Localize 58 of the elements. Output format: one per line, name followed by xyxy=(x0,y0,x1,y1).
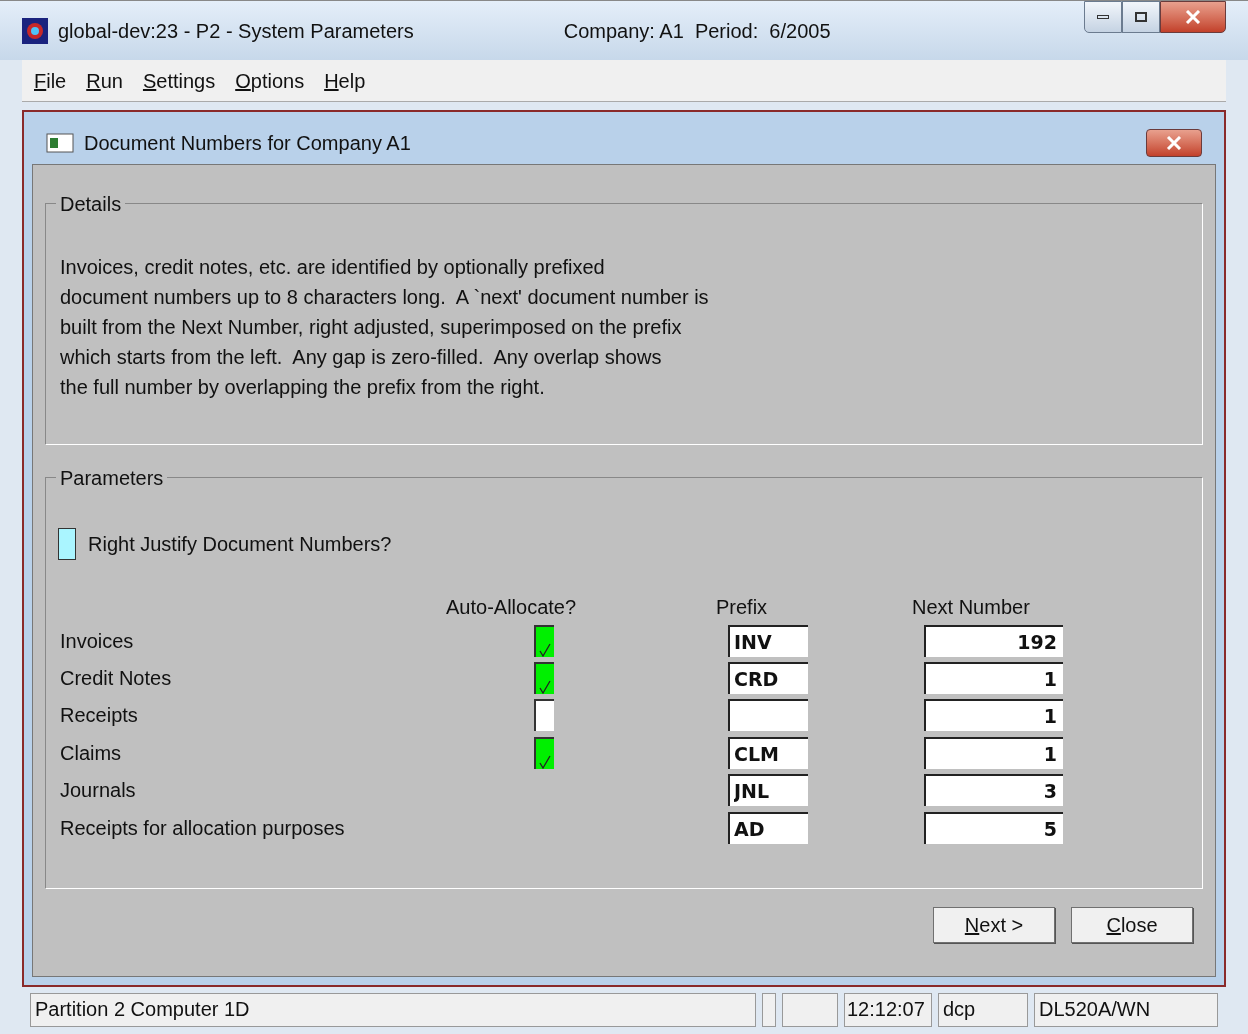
window-icon xyxy=(46,133,74,153)
window-title: global-dev:23 - P2 - System Parameters xyxy=(58,18,414,44)
check-icon xyxy=(539,642,551,657)
prefix-field[interactable]: CLM xyxy=(728,736,808,769)
description-line: built from the Next Number, right adjusted, superimposed on the prefix xyxy=(60,315,683,340)
status-panel xyxy=(782,993,838,1027)
row-label: Receipts for allocation purposes xyxy=(60,815,346,841)
menu-item[interactable]: Settings xyxy=(136,65,222,96)
status-machine: DL520A/WN xyxy=(1034,993,1218,1027)
menu-item[interactable]: Help xyxy=(318,65,372,96)
status-user: dcp xyxy=(938,993,1028,1027)
description-line: the full number by overlapping the prefix from the right. xyxy=(60,375,546,400)
checkbox[interactable] xyxy=(58,528,76,560)
prefix-field[interactable]: AD xyxy=(728,811,808,844)
close-button[interactable] xyxy=(1160,1,1226,33)
prefix-field[interactable]: INV xyxy=(728,624,808,657)
status-time: 12:12:07 xyxy=(844,993,932,1027)
column-header: Next Number xyxy=(912,595,1030,620)
prefix-field[interactable] xyxy=(728,699,808,732)
menu-item[interactable]: Run xyxy=(80,65,129,96)
checkbox[interactable] xyxy=(534,736,554,769)
row-label: Claims xyxy=(60,740,123,766)
dialog-close-button[interactable] xyxy=(1146,129,1202,157)
check-icon xyxy=(539,680,551,695)
minimize-button[interactable] xyxy=(1084,1,1122,33)
prefix-field[interactable]: CRD xyxy=(728,662,808,695)
close-icon xyxy=(1185,10,1201,24)
close-icon xyxy=(1166,136,1182,150)
checkbox-label: Right Justify Document Numbers? xyxy=(88,532,392,557)
status-message: Partition 2 Computer 1D xyxy=(30,993,756,1027)
app-icon xyxy=(22,17,48,44)
status-panel xyxy=(762,993,776,1027)
next-number-field[interactable]: 5 xyxy=(924,811,1063,844)
row-label: Receipts xyxy=(60,703,139,729)
column-header: Auto-Allocate? xyxy=(446,595,578,620)
checkbox[interactable] xyxy=(534,662,554,695)
description-line: which starts from the left. Any gap is zero-filled. Any overlap shows xyxy=(60,345,663,370)
next-number-field[interactable]: 1 xyxy=(924,699,1063,732)
dialog-button[interactable]: Next > xyxy=(933,907,1055,943)
row-label: Credit Notes xyxy=(60,666,173,692)
checkbox[interactable] xyxy=(534,699,554,732)
menu-item[interactable]: Options xyxy=(229,65,311,96)
row-label: Journals xyxy=(60,778,137,804)
next-number-field[interactable]: 1 xyxy=(924,662,1063,695)
row-label: Invoices xyxy=(60,628,135,654)
maximize-button[interactable] xyxy=(1122,1,1160,33)
dialog-button[interactable]: Close xyxy=(1071,907,1193,943)
next-number-field[interactable]: 3 xyxy=(924,774,1063,807)
menu-item[interactable]: File xyxy=(28,65,73,96)
check-icon xyxy=(539,754,551,769)
description-line: Invoices, credit notes, etc. are identified by optionally prefixed xyxy=(60,255,606,280)
next-number-field[interactable]: 192 xyxy=(924,624,1063,657)
next-number-field[interactable]: 1 xyxy=(924,736,1063,769)
description-line: document numbers up to 8 characters long. A `next' document number is xyxy=(60,285,710,310)
company-period: Company: A1 Period: 6/2005 xyxy=(563,18,831,44)
dialog-title: Document Numbers for Company A1 xyxy=(84,131,411,156)
checkbox[interactable] xyxy=(534,624,554,657)
column-header: Prefix xyxy=(716,595,769,620)
